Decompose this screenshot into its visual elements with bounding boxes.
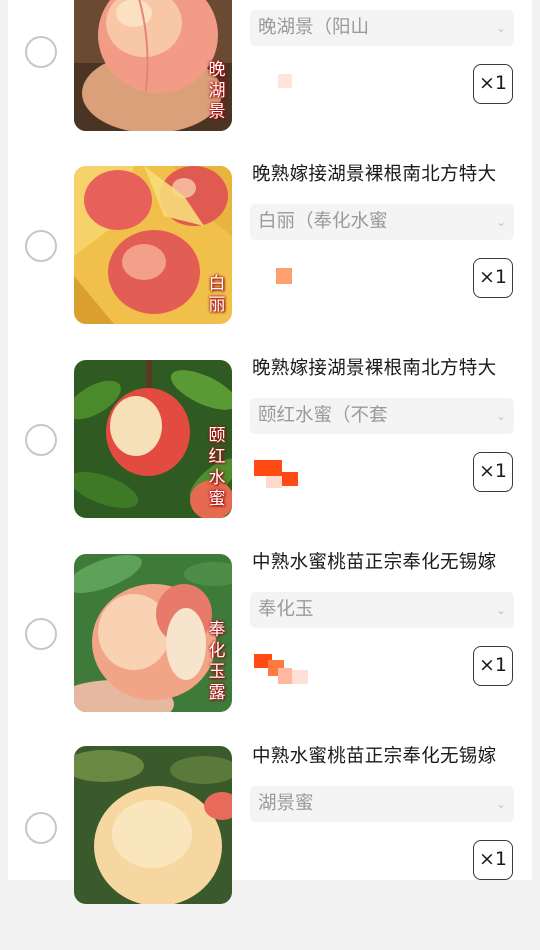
cart-item: 奉化玉露 中熟水蜜桃苗正宗奉化无锡嫁 奉化玉 ⌄ ×1	[8, 552, 532, 756]
select-radio[interactable]	[25, 36, 57, 68]
variant-text: 湖景蜜	[258, 793, 314, 814]
product-thumbnail[interactable]: 颐红水蜜	[74, 360, 232, 518]
cart-item: 颐红水蜜 晚熟嫁接湖景裸根南北方特大 颐红水蜜（不套 ⌄ ×1	[8, 358, 532, 562]
quantity-button[interactable]: ×1	[473, 64, 513, 104]
variant-select[interactable]: 颐红水蜜（不套 ⌄	[250, 398, 514, 434]
product-title[interactable]: 中熟水蜜桃苗正宗奉化无锡嫁	[252, 548, 522, 574]
product-thumbnail[interactable]: 晚湖景	[74, 0, 232, 131]
chevron-down-icon: ⌄	[495, 21, 506, 35]
product-thumbnail[interactable]: 奉化玉露	[74, 554, 232, 712]
cart-item: 中熟水蜜桃苗正宗奉化无锡嫁 湖景蜜 ⌄ ×1	[8, 746, 532, 950]
chevron-down-icon: ⌄	[495, 797, 506, 811]
variant-select[interactable]: 晚湖景（阳山 ⌄	[250, 10, 514, 46]
select-radio[interactable]	[25, 230, 57, 262]
price-obscured	[252, 264, 312, 304]
chevron-down-icon: ⌄	[495, 409, 506, 423]
thumbnail-caption: 颐红水蜜	[208, 426, 226, 509]
variant-text: 白丽（奉化水蜜	[258, 211, 388, 232]
select-radio[interactable]	[25, 812, 57, 844]
cart-list: 晚湖景 晚湖景（阳山 ⌄ ×1 白丽 晚熟嫁接湖景裸根南北方特大 白丽（奉化水蜜…	[8, 0, 532, 904]
thumbnail-caption: 白丽	[208, 274, 226, 315]
quantity-button[interactable]: ×1	[473, 646, 513, 686]
product-title[interactable]: 晚熟嫁接湖景裸根南北方特大	[252, 354, 522, 380]
cart-item: 白丽 晚熟嫁接湖景裸根南北方特大 白丽（奉化水蜜 ⌄ ×1	[8, 164, 532, 368]
variant-text: 奉化玉	[258, 599, 314, 620]
quantity-button[interactable]: ×1	[473, 840, 513, 880]
chevron-down-icon: ⌄	[495, 215, 506, 229]
variant-text: 晚湖景（阳山	[258, 17, 370, 38]
variant-select[interactable]: 白丽（奉化水蜜 ⌄	[250, 204, 514, 240]
price-obscured	[252, 70, 312, 110]
thumbnail-caption: 奉化玉露	[208, 620, 226, 703]
price-obscured	[252, 456, 312, 496]
chevron-down-icon: ⌄	[495, 603, 506, 617]
variant-select[interactable]: 奉化玉 ⌄	[250, 592, 514, 628]
thumbnail-caption: 晚湖景	[208, 60, 226, 122]
product-thumbnail[interactable]	[74, 746, 232, 904]
product-thumbnail[interactable]: 白丽	[74, 166, 232, 324]
product-title[interactable]: 晚熟嫁接湖景裸根南北方特大	[252, 160, 522, 186]
select-radio[interactable]	[25, 424, 57, 456]
variant-select[interactable]: 湖景蜜 ⌄	[250, 786, 514, 822]
cart-item: 晚湖景 晚湖景（阳山 ⌄ ×1	[8, 0, 532, 174]
peach-image	[74, 746, 232, 904]
quantity-button[interactable]: ×1	[473, 258, 513, 298]
select-radio[interactable]	[25, 618, 57, 650]
price-obscured	[252, 650, 312, 690]
quantity-button[interactable]: ×1	[473, 452, 513, 492]
variant-text: 颐红水蜜（不套	[258, 405, 388, 426]
product-title[interactable]: 中熟水蜜桃苗正宗奉化无锡嫁	[252, 742, 522, 768]
